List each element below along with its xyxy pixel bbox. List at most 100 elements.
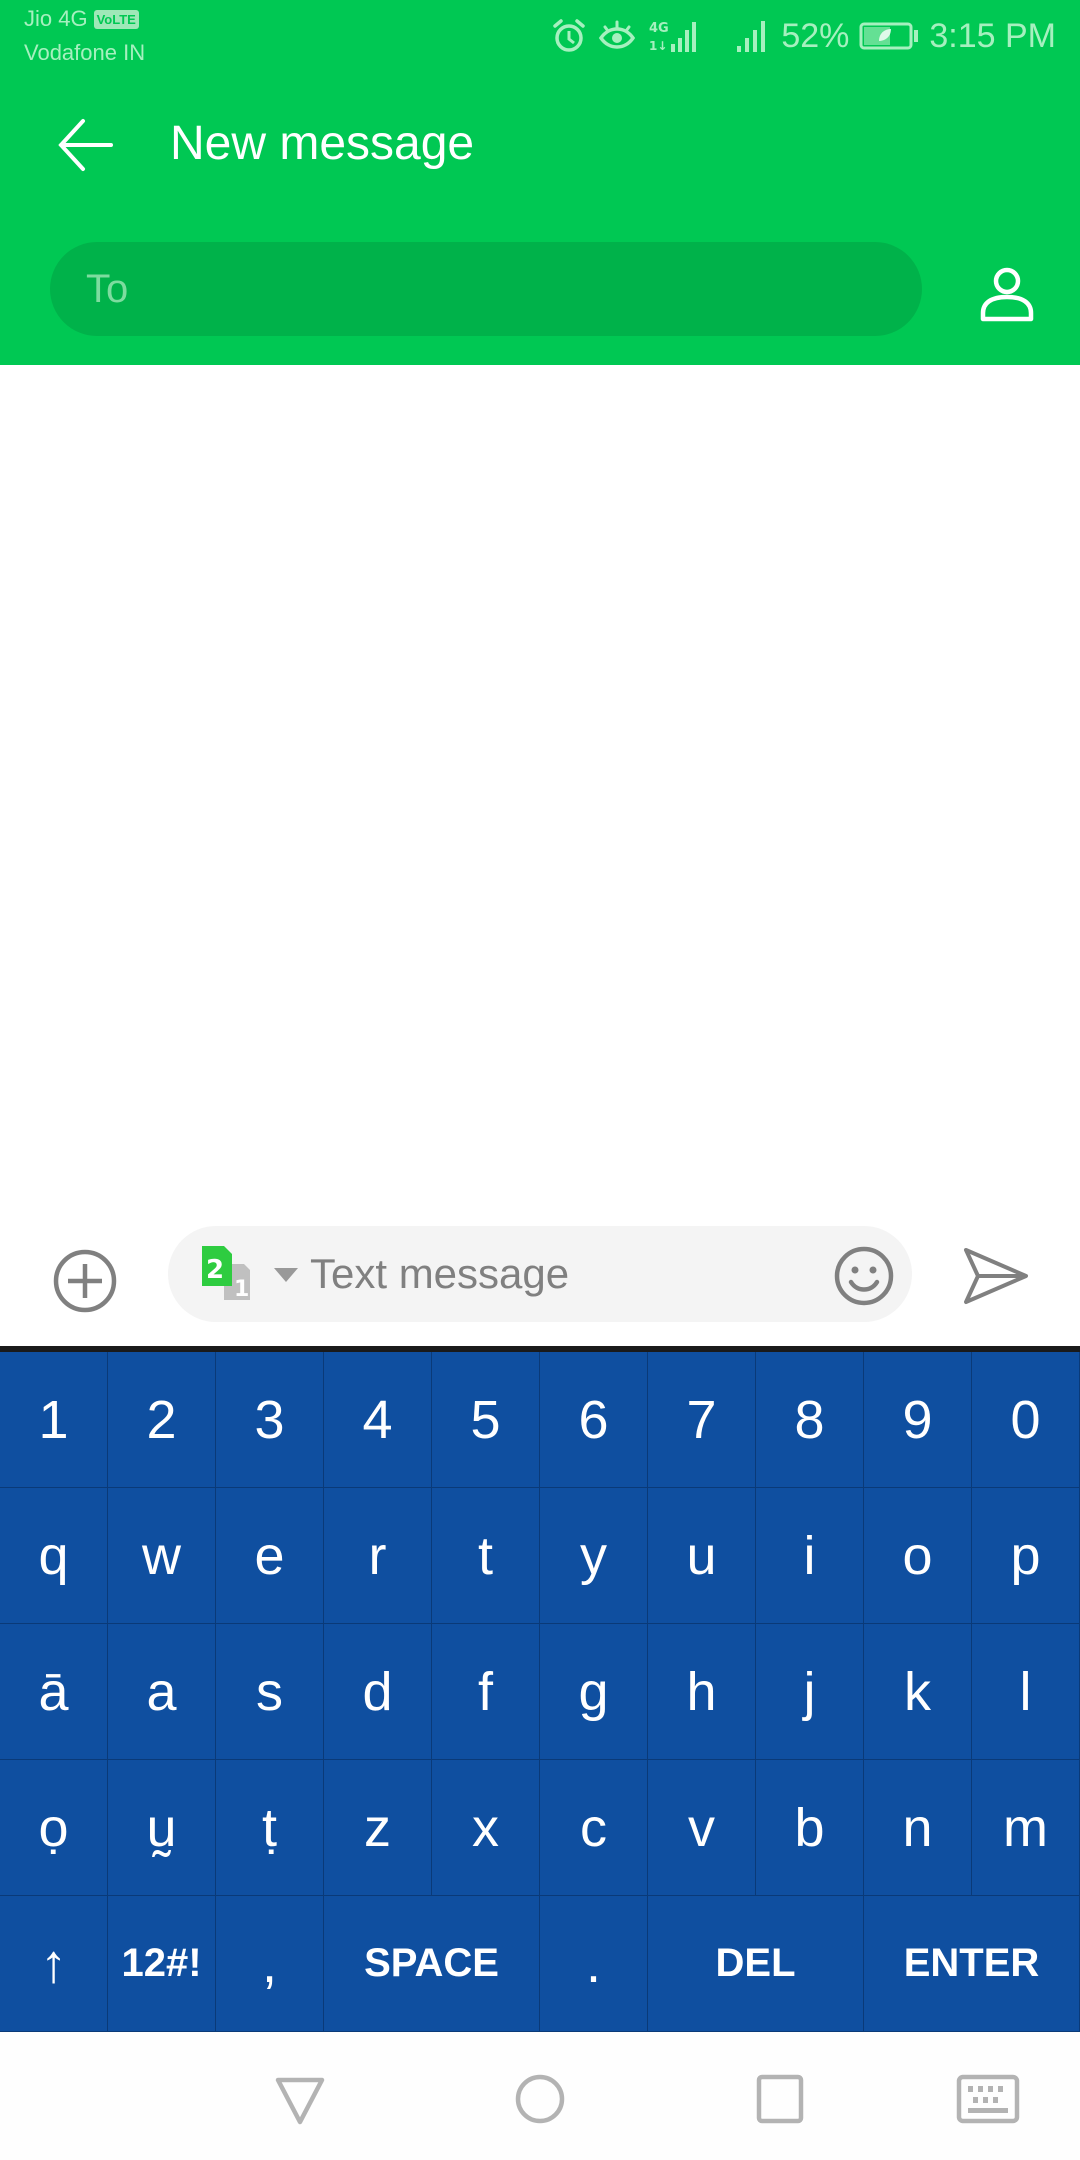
key-c[interactable]: c bbox=[540, 1760, 648, 1896]
back-triangle-icon bbox=[275, 2077, 325, 2125]
nav-keyboard-button[interactable] bbox=[956, 2072, 1020, 2126]
keyboard-row: qwertyuiop bbox=[0, 1488, 1080, 1624]
key-3[interactable]: 3 bbox=[216, 1352, 324, 1488]
carrier-1: Jio 4G VoLTE bbox=[24, 6, 139, 32]
toolbar: New message bbox=[0, 80, 1080, 210]
battery-percent: 52% bbox=[781, 16, 850, 55]
key-x[interactable]: x bbox=[432, 1760, 540, 1896]
compose-bar: 1 2 bbox=[0, 1222, 1080, 1346]
period-key[interactable]: . bbox=[540, 1896, 648, 2032]
recipient-input[interactable] bbox=[50, 242, 922, 336]
status-icons: 4G 1↓ 52% 3:15 PM bbox=[551, 14, 1056, 58]
key-b[interactable]: b bbox=[756, 1760, 864, 1896]
key-7[interactable]: 7 bbox=[648, 1352, 756, 1488]
key-n[interactable]: n bbox=[864, 1760, 972, 1896]
key-8[interactable]: 8 bbox=[756, 1352, 864, 1488]
symbols-key[interactable]: 12#! bbox=[108, 1896, 216, 2032]
key-j[interactable]: j bbox=[756, 1624, 864, 1760]
person-icon bbox=[980, 267, 1034, 322]
key-k[interactable]: k bbox=[864, 1624, 972, 1760]
key-9[interactable]: 9 bbox=[864, 1352, 972, 1488]
clock-time: 3:15 PM bbox=[929, 16, 1056, 55]
key-ọ[interactable]: ọ bbox=[0, 1760, 108, 1896]
eye-comfort-icon bbox=[597, 18, 637, 54]
battery-saver-icon bbox=[859, 21, 919, 51]
space-key[interactable]: SPACE bbox=[324, 1896, 540, 2032]
key-z[interactable]: z bbox=[324, 1760, 432, 1896]
volte-badge: VoLTE bbox=[93, 9, 139, 29]
svg-text:1↓: 1↓ bbox=[649, 39, 667, 53]
send-icon bbox=[964, 1248, 1028, 1304]
key-ṭ[interactable]: ṭ bbox=[216, 1760, 324, 1896]
status-bar: Jio 4G VoLTE Vodafone IN 4G 1↓ 52% 3:15 P… bbox=[0, 0, 1080, 80]
key-w[interactable]: w bbox=[108, 1488, 216, 1624]
delete-key[interactable]: DEL bbox=[648, 1896, 864, 2032]
arrow-left-icon bbox=[58, 119, 113, 171]
carrier-1-name: Jio 4G bbox=[24, 6, 88, 31]
contacts-button[interactable] bbox=[970, 258, 1044, 328]
recents-square-icon bbox=[756, 2074, 804, 2124]
key-6[interactable]: 6 bbox=[540, 1352, 648, 1488]
nav-home-button[interactable] bbox=[510, 2072, 570, 2126]
key-i[interactable]: i bbox=[756, 1488, 864, 1624]
key-s[interactable]: s bbox=[216, 1624, 324, 1760]
key-l[interactable]: l bbox=[972, 1624, 1080, 1760]
nav-back-button[interactable] bbox=[270, 2072, 330, 2126]
message-input[interactable] bbox=[310, 1240, 780, 1308]
sim-card-icon: 1 2 bbox=[202, 1246, 250, 1302]
sim-selector[interactable]: 1 2 bbox=[202, 1246, 262, 1302]
key-v[interactable]: v bbox=[648, 1760, 756, 1896]
app-header: Jio 4G VoLTE Vodafone IN 4G 1↓ 52% 3:15 P… bbox=[0, 0, 1080, 365]
key-m[interactable]: m bbox=[972, 1760, 1080, 1896]
svg-text:4G: 4G bbox=[649, 21, 669, 36]
conversation-area bbox=[0, 365, 1080, 1220]
keyboard-row: ↑ 12#!, SPACE. DEL ENTER bbox=[0, 1896, 1080, 2032]
key-d[interactable]: d bbox=[324, 1624, 432, 1760]
plus-circle-icon bbox=[53, 1249, 117, 1313]
key-e[interactable]: e bbox=[216, 1488, 324, 1624]
key-h[interactable]: h bbox=[648, 1624, 756, 1760]
key-0[interactable]: 0 bbox=[972, 1352, 1080, 1488]
key-u[interactable]: u bbox=[648, 1488, 756, 1624]
on-screen-keyboard: 1234567890qwertyuiopāasdfghjklọṵṭzxcvbnm… bbox=[0, 1352, 1080, 2032]
key-ṵ[interactable]: ṵ bbox=[108, 1760, 216, 1896]
carrier-2-name: Vodafone IN bbox=[24, 40, 146, 65]
signal-icon bbox=[735, 18, 771, 54]
message-field: 1 2 bbox=[168, 1226, 912, 1322]
key-y[interactable]: y bbox=[540, 1488, 648, 1624]
sim-front-number: 2 bbox=[206, 1255, 224, 1285]
system-nav-bar bbox=[0, 2032, 1080, 2160]
key-f[interactable]: f bbox=[432, 1624, 540, 1760]
home-circle-icon bbox=[515, 2074, 565, 2124]
nav-recents-button[interactable] bbox=[750, 2072, 810, 2126]
smiley-icon bbox=[834, 1246, 894, 1306]
add-attachment-button[interactable] bbox=[50, 1246, 120, 1316]
key-4[interactable]: 4 bbox=[324, 1352, 432, 1488]
page-title: New message bbox=[170, 117, 475, 170]
alarm-icon bbox=[551, 18, 587, 54]
signal-4g-icon: 4G 1↓ bbox=[647, 18, 703, 54]
key-p[interactable]: p bbox=[972, 1488, 1080, 1624]
key-ā[interactable]: ā bbox=[0, 1624, 108, 1760]
key-r[interactable]: r bbox=[324, 1488, 432, 1624]
keyboard-icon bbox=[956, 2074, 1020, 2124]
keyboard-row: 1234567890 bbox=[0, 1352, 1080, 1488]
caret-down-icon[interactable] bbox=[274, 1268, 298, 1282]
key-2[interactable]: 2 bbox=[108, 1352, 216, 1488]
send-button[interactable] bbox=[962, 1246, 1030, 1306]
key-o[interactable]: o bbox=[864, 1488, 972, 1624]
keyboard-row: āasdfghjkl bbox=[0, 1624, 1080, 1760]
sim-back-number: 1 bbox=[234, 1277, 249, 1302]
key-g[interactable]: g bbox=[540, 1624, 648, 1760]
shift-key[interactable]: ↑ bbox=[0, 1896, 108, 2032]
keyboard-row: ọṵṭzxcvbnm bbox=[0, 1760, 1080, 1896]
key-q[interactable]: q bbox=[0, 1488, 108, 1624]
key-t[interactable]: t bbox=[432, 1488, 540, 1624]
key-5[interactable]: 5 bbox=[432, 1352, 540, 1488]
key-a[interactable]: a bbox=[108, 1624, 216, 1760]
back-button[interactable] bbox=[40, 110, 130, 180]
comma-key[interactable]: , bbox=[216, 1896, 324, 2032]
key-1[interactable]: 1 bbox=[0, 1352, 108, 1488]
enter-key[interactable]: ENTER bbox=[864, 1896, 1080, 2032]
emoji-button[interactable] bbox=[832, 1244, 896, 1308]
